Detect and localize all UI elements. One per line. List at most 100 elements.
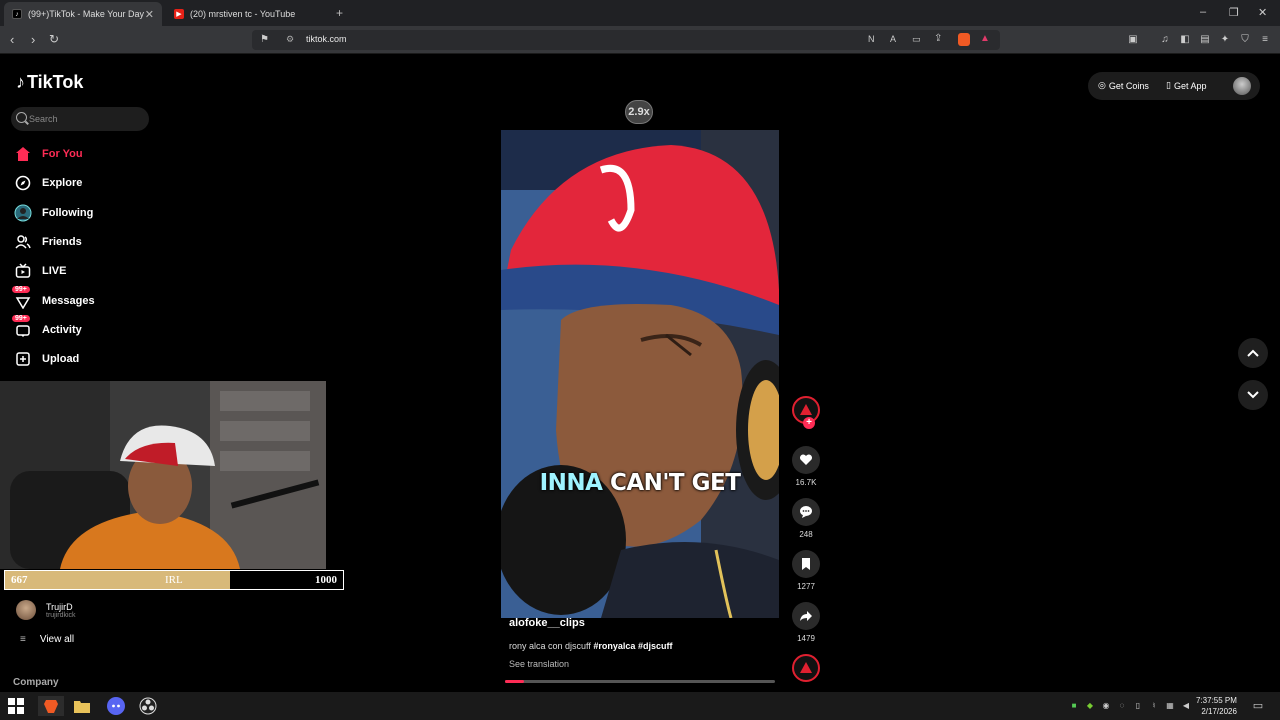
avatar[interactable] (1233, 77, 1251, 95)
steam-tray-icon[interactable]: ◌ (1117, 700, 1127, 710)
share-arrow-icon (792, 602, 820, 630)
get-app-button[interactable]: ▯ Get App (1166, 80, 1206, 91)
nav-activity[interactable]: 99+ Activity (12, 315, 82, 341)
search-box[interactable] (11, 107, 149, 131)
comment-button[interactable]: 248 (791, 498, 821, 539)
logo-text: TikTok (27, 72, 84, 92)
upload-icon (14, 350, 32, 368)
leo-ai-icon[interactable]: ✦ (1219, 33, 1231, 45)
get-coins-label: Get Coins (1108, 80, 1149, 91)
goal-progress-bar: 667 IRL 1000 (4, 570, 344, 590)
heart-icon (792, 446, 820, 474)
view-all-link[interactable]: ≡ View all (20, 634, 74, 645)
microphone-icon[interactable]: ♮ (1149, 700, 1159, 710)
sidebar-panel-icon[interactable]: ▣ (1127, 33, 1139, 45)
search-icon (16, 112, 27, 123)
nav-messages[interactable]: 99+ Messages (12, 286, 95, 312)
webcam-feed-image (0, 381, 326, 569)
url-text: tiktok.com (306, 34, 347, 44)
media-icon[interactable]: ♫ (1159, 33, 1171, 45)
tiktok-logo[interactable]: ♪ TikTok (16, 72, 83, 93)
sound-disc-button[interactable] (791, 654, 821, 682)
following-avatar-icon (14, 204, 32, 222)
notifications-icon[interactable]: ▭ (1253, 700, 1263, 712)
tray-app-icon[interactable]: ■ (1069, 700, 1079, 710)
menu-icon[interactable]: ≡ (1259, 33, 1271, 45)
back-icon[interactable]: ‹ (10, 32, 14, 47)
forward-icon[interactable]: › (31, 32, 35, 47)
video-author[interactable]: alofoke__clips (509, 617, 585, 629)
minimize-button[interactable]: – (1200, 6, 1206, 18)
obs-icon[interactable] (138, 696, 158, 716)
nav-live[interactable]: LIVE (14, 260, 66, 282)
avatar (16, 600, 36, 620)
network-icon[interactable]: ▦ (1165, 700, 1175, 710)
close-window-button[interactable]: ✕ (1258, 6, 1267, 19)
messages-icon: 99+ (12, 286, 32, 310)
nav-explore[interactable]: Explore (14, 172, 82, 194)
follow-plus-icon[interactable]: + (803, 417, 815, 429)
save-button[interactable]: 1277 (791, 550, 821, 591)
hashtag-link[interactable]: #djscuff (638, 641, 673, 651)
creator-avatar-button[interactable]: + (791, 396, 821, 429)
brave-browser-icon[interactable] (38, 696, 64, 716)
youtube-favicon-icon: ▶ (174, 9, 184, 19)
goal-label: IRL (165, 574, 183, 586)
discord-tray-icon[interactable]: ◉ (1101, 700, 1111, 710)
tab-tiktok[interactable]: ♪ (99+)TikTok - Make Your Day ✕ (4, 2, 162, 26)
previous-video-button[interactable] (1238, 338, 1268, 368)
video-progress-bar[interactable] (505, 680, 775, 683)
nav-label: Messages (42, 295, 95, 307)
like-button[interactable]: 16.7K (791, 446, 821, 487)
playback-speed-indicator[interactable]: 2.9x (625, 100, 653, 124)
reload-icon[interactable]: ↻ (49, 32, 59, 46)
tiktok-favicon-icon: ♪ (12, 9, 22, 19)
volume-icon[interactable]: ◀ (1181, 700, 1191, 710)
wallet-icon[interactable]: ▤ (1199, 33, 1211, 45)
tiktok-note-icon: ♪ (16, 72, 25, 92)
get-app-label: Get App (1173, 80, 1207, 91)
nav-for-you[interactable]: For You (14, 143, 83, 165)
share-icon[interactable]: ⇪ (934, 33, 942, 44)
vpn-icon[interactable]: ⛉ (1239, 33, 1251, 45)
url-field[interactable]: ⚑ ⚙ tiktok.com N A ▭ ⇪ ▲ (252, 30, 1000, 50)
nav-following[interactable]: Following (14, 202, 93, 224)
system-clock[interactable]: 7:37:55 PM 2/17/2026 (1196, 695, 1237, 717)
reader-icon[interactable]: N (868, 34, 875, 44)
music-disc-icon (792, 654, 820, 682)
discord-icon[interactable] (106, 696, 126, 716)
sidebar-icon[interactable]: ◧ (1179, 33, 1191, 45)
comment-icon (792, 498, 820, 526)
company-heading[interactable]: Company (13, 677, 59, 688)
site-info-icon[interactable]: ⚙ (286, 34, 294, 45)
account-name: TrujirD (46, 601, 73, 612)
get-coins-button[interactable]: ◎ Get Coins (1098, 80, 1149, 91)
brave-rewards-icon[interactable]: ▲ (980, 33, 990, 44)
file-explorer-icon[interactable] (72, 696, 92, 716)
goal-progress-fill (5, 571, 231, 589)
new-tab-button[interactable]: + (336, 6, 343, 20)
tab-youtube[interactable]: ▶ (20) mrstiven tc - YouTube (166, 2, 324, 26)
nav-friends[interactable]: Friends (14, 231, 82, 253)
description-text: rony alca con djscuff (509, 641, 591, 651)
next-video-button[interactable] (1238, 380, 1268, 410)
following-account-item[interactable]: TrujirD trujirdkick (16, 600, 76, 620)
hashtag-link[interactable]: #ronyalca (593, 641, 635, 651)
windows-start-icon[interactable] (6, 696, 26, 716)
see-translation-link[interactable]: See translation (509, 659, 569, 669)
activity-icon: 99+ (12, 315, 32, 339)
nav-upload[interactable]: Upload (14, 348, 79, 370)
nav-label: Explore (42, 177, 83, 189)
search-input[interactable] (29, 111, 139, 127)
video-player[interactable]: INNA CAN'T GET (501, 130, 779, 618)
share-button[interactable]: 1479 (791, 602, 821, 643)
translate-icon[interactable]: A (890, 34, 896, 44)
nvidia-icon[interactable]: ◆ (1085, 700, 1095, 710)
video-progress-fill (505, 680, 524, 683)
battery-tray-icon[interactable]: ▯ (1133, 700, 1143, 710)
close-tab-icon[interactable]: ✕ (145, 8, 154, 21)
brave-shields-icon[interactable] (958, 33, 970, 46)
cast-icon[interactable]: ▭ (912, 34, 921, 45)
restore-button[interactable]: ❐ (1229, 6, 1239, 19)
bookmark-icon[interactable]: ⚑ (260, 34, 269, 45)
